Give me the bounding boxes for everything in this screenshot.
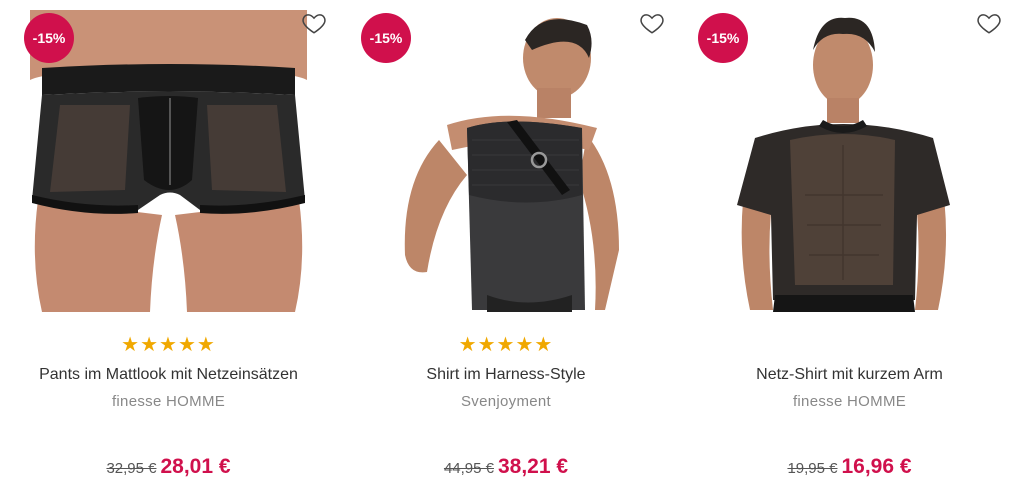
sale-price: 28,01 €: [160, 455, 231, 478]
rating-stars: [675, 332, 1024, 354]
product-brand: finesse HOMME: [792, 393, 907, 410]
product-card[interactable]: -15%: [0, 0, 337, 489]
product-grid: -15% ★★★★★ Pants im Mattlook mit Netzein…: [0, 0, 1024, 489]
product-title[interactable]: Pants im Mattlook mit Netzeinsätzen: [0, 366, 337, 384]
old-price: 19,95 €: [787, 460, 838, 477]
product-title[interactable]: Netz-Shirt mit kurzem Arm: [675, 366, 1024, 384]
product-card[interactable]: -15%: [337, 0, 675, 489]
discount-badge: -15%: [361, 13, 411, 63]
sale-price: 16,96 €: [841, 455, 912, 478]
discount-badge: -15%: [24, 13, 74, 63]
product-photo: [695, 10, 1004, 312]
sale-price: 38,21 €: [497, 455, 569, 478]
discount-badge: -15%: [698, 13, 748, 63]
product-image[interactable]: [695, 10, 1004, 312]
price-block: 44,95 €38,21 €: [337, 455, 675, 479]
old-price: 32,95 €: [106, 460, 157, 477]
rating-stars: ★★★★★: [458, 334, 554, 356]
product-brand: finesse HOMME: [111, 393, 226, 410]
heart-outline-icon[interactable]: [301, 10, 327, 36]
heart-outline-icon[interactable]: [639, 10, 665, 36]
price-block: 19,95 €16,96 €: [675, 455, 1024, 479]
price-block: 32,95 €28,01 €: [0, 455, 337, 479]
heart-outline-icon[interactable]: [976, 10, 1002, 36]
old-price: 44,95 €: [443, 460, 494, 477]
product-card[interactable]: -15%: [675, 0, 1024, 489]
product-brand: Svenjoyment: [460, 393, 551, 410]
rating-stars: ★★★★★: [121, 334, 216, 356]
product-title[interactable]: Shirt im Harness-Style: [337, 366, 675, 384]
